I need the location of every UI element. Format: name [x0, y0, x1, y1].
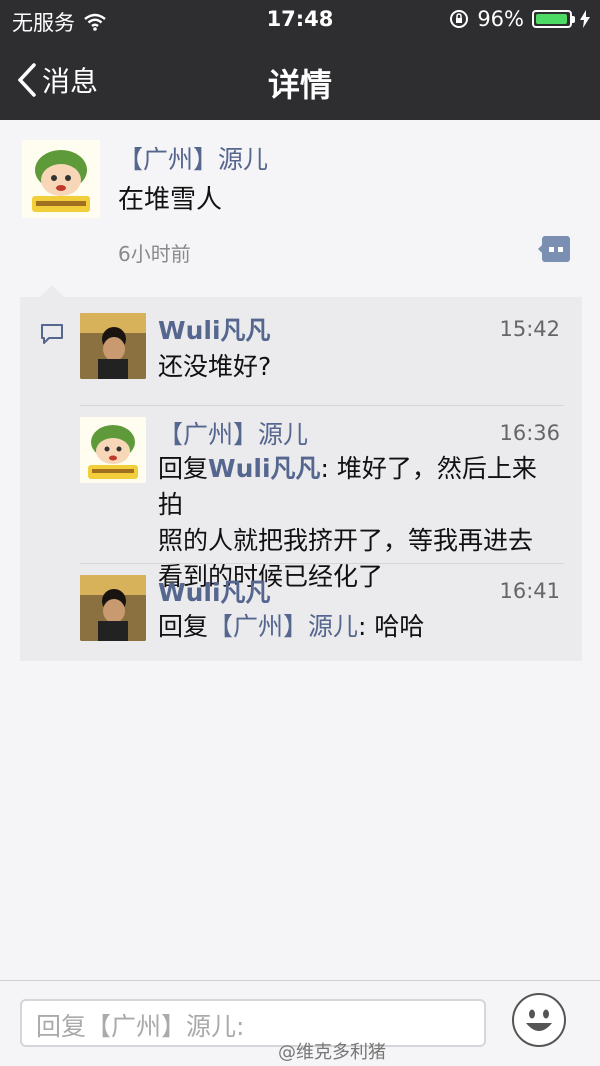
- comment-author[interactable]: Wuli凡凡: [158, 573, 271, 609]
- comment-author[interactable]: Wuli凡凡: [158, 311, 271, 347]
- post-author-avatar[interactable]: [22, 140, 100, 218]
- post-text: 在堆雪人: [118, 185, 223, 215]
- status-bar: 无服务 17:48 96%: [0, 0, 600, 40]
- reply-input[interactable]: 回复【广州】源儿:: [20, 999, 486, 1047]
- charging-icon: [580, 10, 590, 28]
- comment-author[interactable]: 【广州】源儿: [158, 415, 308, 451]
- reply-prefix: 回复: [158, 454, 209, 483]
- comment-action-button[interactable]: [538, 236, 570, 262]
- battery-percent: 96%: [477, 7, 524, 31]
- comment-icon: [41, 324, 63, 344]
- comment-text-first: : 哈哈: [358, 612, 425, 641]
- comment-avatar[interactable]: [80, 575, 146, 641]
- comment-text: 回复【广州】源儿: 哈哈: [158, 609, 424, 645]
- status-right: 96%: [449, 7, 590, 31]
- emoji-button[interactable]: [512, 993, 566, 1047]
- post-author-name[interactable]: 【广州】源儿: [118, 140, 268, 176]
- comments-panel: Wuli凡凡 15:42 还没堆好? 【广州】源儿 16:36 回复Wuli凡凡…: [20, 285, 582, 661]
- reply-to-name[interactable]: Wuli凡凡: [208, 454, 321, 483]
- comment-divider: [80, 563, 564, 564]
- comment-time: 16:41: [499, 579, 560, 603]
- watermark: @维克多利猪: [278, 1042, 386, 1063]
- smiley-icon: [526, 1009, 552, 1031]
- comment-time: 16:36: [499, 421, 560, 445]
- rotation-lock-icon: [450, 10, 469, 28]
- battery-fill: [536, 14, 567, 24]
- reply-prefix: 回复: [158, 612, 209, 641]
- comment-avatar[interactable]: [80, 417, 146, 483]
- comment-divider: [80, 405, 564, 406]
- comment-time: 15:42: [499, 317, 560, 341]
- comment-text: 还没堆好?: [158, 352, 272, 381]
- reply-to-name[interactable]: 【广州】源儿: [208, 612, 358, 641]
- battery-icon: [532, 10, 575, 28]
- more-dots-icon: [538, 236, 570, 262]
- post-time: 6小时前: [118, 242, 191, 266]
- comment-avatar[interactable]: [80, 313, 146, 379]
- comment-text-line: 照的人就把我挤开了，等我再进去: [158, 526, 534, 555]
- nav-bar: 消息 详情: [0, 40, 600, 120]
- page-title: 详情: [267, 66, 332, 104]
